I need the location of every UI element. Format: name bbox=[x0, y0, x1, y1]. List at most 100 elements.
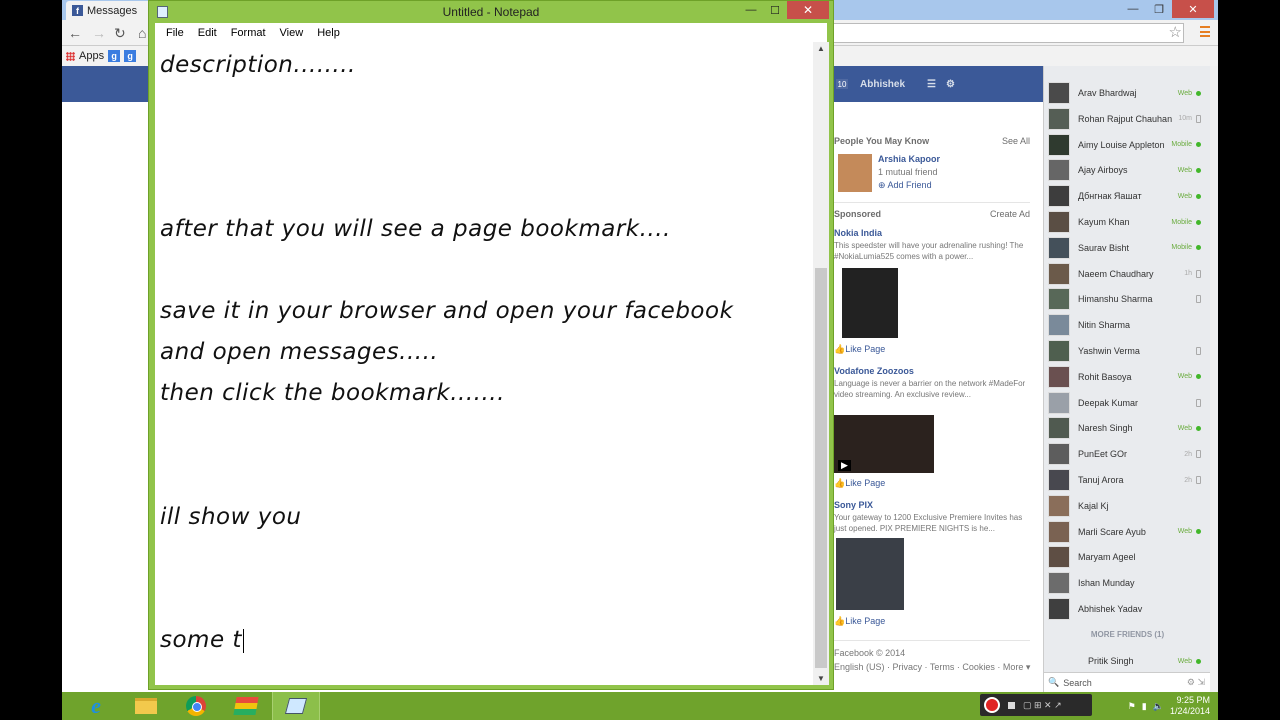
chat-friend-item[interactable]: Kayum Khan Mobile bbox=[1044, 209, 1211, 235]
browser-scrollbar[interactable] bbox=[1210, 66, 1218, 692]
chat-friend-item[interactable]: Yashwin Verma bbox=[1044, 338, 1211, 364]
menu-file[interactable]: File bbox=[159, 27, 191, 39]
menu-format[interactable]: Format bbox=[224, 27, 273, 39]
chat-search-input[interactable]: Search bbox=[1063, 678, 1092, 688]
notepad-vertical-scrollbar[interactable]: ▲ ▼ bbox=[813, 42, 829, 685]
forward-arrow-icon[interactable]: → bbox=[92, 25, 106, 41]
ad-sonypix-image[interactable] bbox=[836, 538, 904, 610]
chrome-icon bbox=[186, 696, 206, 716]
notepad-titlebar[interactable]: Untitled - Notepad — ☐ ✕ bbox=[149, 1, 833, 23]
chat-friend-item[interactable]: Saurav Bisht Mobile bbox=[1044, 235, 1211, 261]
chat-friend-status: Web bbox=[1177, 528, 1192, 536]
tray-network-icon[interactable]: ▮ bbox=[1142, 701, 1147, 712]
chat-avatar bbox=[1048, 314, 1070, 337]
menu-help[interactable]: Help bbox=[310, 27, 347, 39]
chat-friend-item[interactable]: Maryam Ageel bbox=[1044, 544, 1211, 570]
chat-friend-item[interactable]: Naeem Chaudhary 1h bbox=[1044, 261, 1211, 287]
record-icon[interactable] bbox=[984, 697, 1000, 713]
taskbar-bluestacks-button[interactable] bbox=[222, 692, 270, 720]
chrome-maximize-button[interactable]: ❐ bbox=[1146, 0, 1172, 18]
recorder-controls-icon[interactable]: ▢ ⊞ ✕ ↗ bbox=[1023, 700, 1062, 711]
scroll-thumb[interactable] bbox=[815, 268, 827, 668]
chat-friend-item[interactable]: Arav Bhardwaj Web bbox=[1044, 80, 1211, 106]
chat-friend-item[interactable]: Ishan Munday bbox=[1044, 570, 1211, 596]
tray-flag-icon[interactable]: ⚑ bbox=[1128, 701, 1136, 712]
profile-name-link[interactable]: Abhishek bbox=[860, 79, 905, 90]
arshia-avatar[interactable] bbox=[838, 154, 872, 192]
taskbar-explorer-button[interactable] bbox=[122, 692, 170, 720]
chat-friend-item[interactable]: Ajay Airboys Web bbox=[1044, 157, 1211, 183]
ad-nokia-image[interactable] bbox=[842, 268, 898, 338]
chat-friend-item[interactable]: Abhishek Yadav bbox=[1044, 596, 1211, 622]
chat-friend-item[interactable]: Tanuj Arora 2h bbox=[1044, 467, 1211, 493]
see-all-link[interactable]: See All bbox=[1002, 136, 1030, 146]
chat-options-gear-icon[interactable]: ⚙ ⇲ bbox=[1187, 677, 1205, 688]
pymk-name-link[interactable]: Arshia Kapoor bbox=[878, 154, 940, 164]
chat-friend-item[interactable]: Aimy Louise Appleton Mobile bbox=[1044, 132, 1211, 158]
chat-friend-item[interactable]: Дбнгнак Яашат Web bbox=[1044, 183, 1211, 209]
chrome-menu-icon[interactable] bbox=[1200, 26, 1210, 37]
scroll-up-arrow-icon[interactable]: ▲ bbox=[817, 44, 825, 53]
ad-sonypix-like-page[interactable]: 👍Like Page bbox=[834, 616, 885, 627]
taskbar-ie-button[interactable]: e bbox=[72, 692, 120, 720]
footer-links[interactable]: English (US) · Privacy · Terms · Cookies… bbox=[834, 662, 1030, 673]
ad-sonypix-title[interactable]: Sony PIX bbox=[834, 500, 1026, 510]
chat-friend-item[interactable]: Rohit Basoya Web bbox=[1044, 364, 1211, 390]
notepad-minimize-button[interactable]: — bbox=[739, 1, 763, 19]
bookmark-google-icon-2[interactable]: g bbox=[124, 50, 137, 62]
scroll-down-arrow-icon[interactable]: ▼ bbox=[817, 674, 825, 683]
bookmark-apps[interactable]: Apps bbox=[79, 50, 104, 62]
stop-icon[interactable] bbox=[1008, 701, 1015, 709]
settings-gear-icon[interactable]: ⚙ bbox=[946, 79, 955, 90]
chat-friend-item[interactable]: Deepak Kumar bbox=[1044, 390, 1211, 416]
thumbs-up-icon: 👍 bbox=[834, 616, 846, 626]
chat-friend-item[interactable]: Nitin Sharma bbox=[1044, 312, 1211, 338]
chat-friend-name: Naresh Singh bbox=[1078, 423, 1133, 434]
chat-friend-name: Ishan Munday bbox=[1078, 578, 1135, 589]
browser-tab-messages[interactable]: f Messages bbox=[66, 1, 156, 20]
chat-friend-item[interactable]: Pritik Singh Web bbox=[1044, 648, 1211, 674]
chat-friend-item[interactable]: PunEet GOr 2h bbox=[1044, 441, 1211, 467]
taskbar-notepad-button[interactable] bbox=[272, 692, 320, 720]
bookmark-star-icon[interactable]: ☆ bbox=[1169, 23, 1182, 41]
chat-friend-item[interactable]: Marli Scare Ayub Web bbox=[1044, 519, 1211, 545]
chrome-minimize-button[interactable]: — bbox=[1120, 0, 1146, 18]
create-ad-link[interactable]: Create Ad bbox=[990, 209, 1030, 219]
reload-icon[interactable]: ↻ bbox=[114, 25, 126, 42]
notepad-text-area[interactable]: description........ after that you will … bbox=[155, 42, 823, 685]
chat-search-bar[interactable]: 🔍 Search ⚙ ⇲ bbox=[1044, 672, 1211, 692]
system-clock[interactable]: 9:25 PM 1/24/2014 bbox=[1170, 695, 1210, 717]
chat-friend-status: Web bbox=[1177, 89, 1192, 97]
bookmark-google-icon[interactable]: g bbox=[108, 50, 121, 62]
back-arrow-icon[interactable]: ← bbox=[68, 25, 82, 41]
menu-view[interactable]: View bbox=[273, 27, 311, 39]
taskbar-chrome-button[interactable] bbox=[172, 692, 220, 720]
ad-nokia-title[interactable]: Nokia India bbox=[834, 228, 1026, 238]
ad-vodafone-like-page[interactable]: 👍Like Page bbox=[834, 478, 885, 489]
chat-friend-item[interactable]: Kajal Kj bbox=[1044, 493, 1211, 519]
ad-vodafone-title[interactable]: Vodafone Zoozoos bbox=[834, 366, 1026, 376]
current-line-text: some t bbox=[160, 627, 242, 653]
screen-recorder-widget[interactable]: ▢ ⊞ ✕ ↗ bbox=[980, 694, 1092, 716]
ad-vodafone-video[interactable]: ▶ bbox=[834, 415, 934, 473]
menu-edit[interactable]: Edit bbox=[191, 27, 224, 39]
ad-sonypix-text: Your gateway to 1200 Exclusive Premiere … bbox=[834, 513, 1023, 533]
friend-requests-icon[interactable]: ☰ bbox=[927, 79, 936, 90]
online-dot-icon bbox=[1196, 658, 1201, 664]
notepad-close-button[interactable]: ✕ bbox=[787, 1, 829, 19]
chrome-close-button[interactable]: ✕ bbox=[1172, 0, 1214, 18]
bluestacks-icon bbox=[233, 697, 259, 715]
home-icon[interactable]: ⌂ bbox=[138, 25, 146, 41]
text-caret bbox=[242, 628, 244, 653]
chat-friend-item[interactable]: Himanshu Sharma bbox=[1044, 286, 1211, 312]
chat-friend-name: Pritik Singh bbox=[1088, 656, 1134, 666]
ad-nokia-like-page[interactable]: 👍Like Page bbox=[834, 344, 885, 355]
tray-volume-icon[interactable]: 🔈 bbox=[1153, 701, 1164, 712]
chat-friend-item[interactable]: Rohan Rajput Chauhan 10m bbox=[1044, 106, 1211, 132]
mobile-phone-icon bbox=[1196, 114, 1201, 123]
add-friend-icon: ⊕ bbox=[878, 180, 888, 190]
chat-friend-item[interactable]: Naresh Singh Web bbox=[1044, 415, 1211, 441]
add-friend-button[interactable]: ⊕ Add Friend bbox=[878, 180, 940, 191]
video-play-icon[interactable]: ▶ bbox=[838, 460, 851, 471]
notepad-maximize-button[interactable]: ☐ bbox=[763, 1, 787, 19]
